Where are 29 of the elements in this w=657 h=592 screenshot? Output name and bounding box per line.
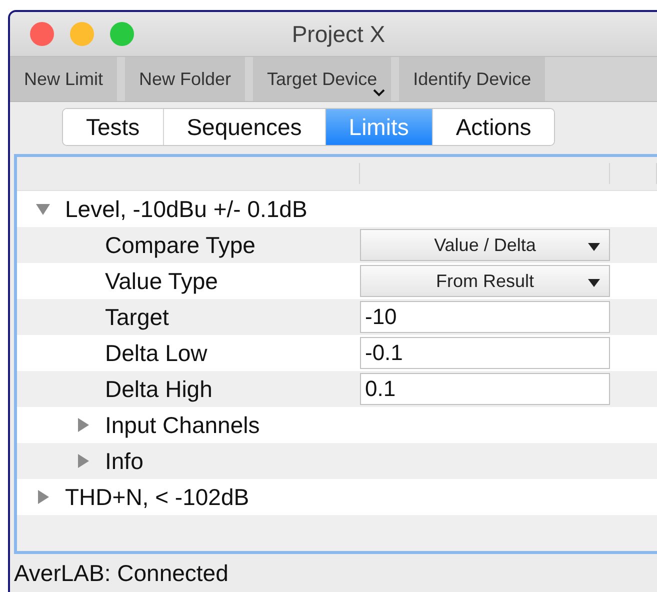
tree-item-label: Delta Low: [105, 340, 208, 366]
dropdown-arrow-icon: [587, 278, 601, 288]
tab[interactable]: Actions: [432, 109, 554, 145]
toolbar-button[interactable]: New Folder: [125, 57, 246, 101]
tree-item-label[interactable]: THD+N, < -102dB: [65, 484, 250, 510]
dropdown[interactable]: From Result: [360, 265, 610, 297]
tree-item-label: Delta High: [105, 376, 212, 402]
collapse-triangle-icon[interactable]: [35, 201, 51, 217]
toolbar-button[interactable]: New Limit: [10, 57, 118, 101]
tree-item-label[interactable]: Input Channels: [105, 412, 260, 438]
expand-triangle-icon[interactable]: [75, 417, 91, 433]
tree-item-label[interactable]: Info: [105, 448, 144, 474]
tree-item-label: Value Type: [105, 268, 218, 294]
window-title: Project X: [292, 20, 386, 48]
input-field[interactable]: -0.1: [360, 337, 610, 369]
tree-item-label[interactable]: Level, -10dBu +/- 0.1dB: [65, 196, 308, 222]
expand-triangle-icon[interactable]: [35, 489, 51, 505]
close-button[interactable]: [30, 22, 54, 46]
tree-item-label: Compare Type: [105, 232, 256, 258]
status-text: AverLAB: Connected: [13, 560, 230, 587]
expand-triangle-icon[interactable]: [75, 453, 91, 469]
zoom-button[interactable]: [110, 22, 134, 46]
input-field[interactable]: -10: [360, 301, 610, 333]
toolbar-button[interactable]: Target Device: [253, 57, 392, 101]
dropdown[interactable]: Value / Delta: [360, 229, 610, 261]
tree-item-label: Target: [105, 304, 169, 330]
dropdown-arrow-icon: [587, 242, 601, 252]
input-field[interactable]: 0.1: [360, 373, 610, 405]
toolbar-button[interactable]: Identify Device: [399, 57, 546, 101]
